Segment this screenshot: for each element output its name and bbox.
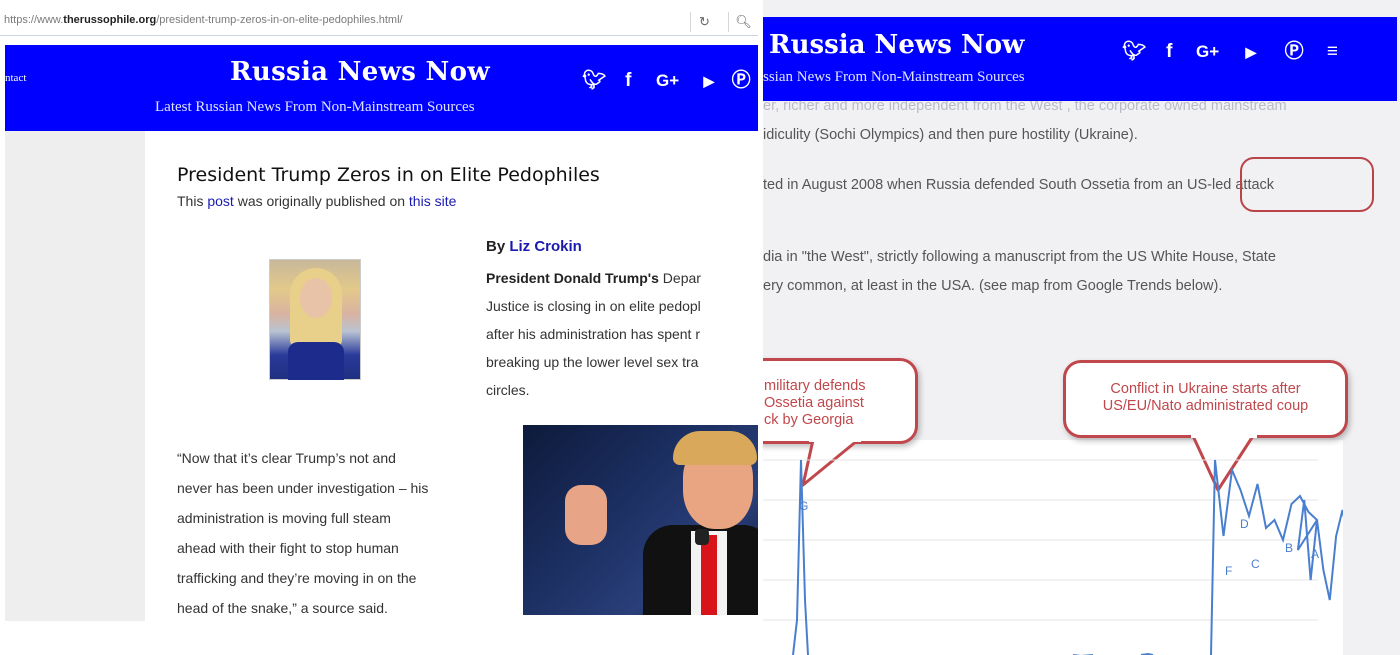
- youtube-icon[interactable]: ▶: [692, 73, 726, 90]
- left-screenshot: https://www.therussophile.org/president-…: [0, 0, 758, 655]
- right-screenshot: er, richer and more independent from the…: [763, 0, 1400, 655]
- article: President Trump Zeros in on Elite Pedoph…: [145, 131, 758, 655]
- site-header: ntact Russia News Now Latest Russian New…: [5, 45, 758, 131]
- twitter-icon[interactable]: 🐦︎: [580, 68, 608, 92]
- article-quote: “Now that it’s clear Trump’s not and nev…: [177, 450, 429, 616]
- pinterest-icon[interactable]: Ⓟ: [731, 65, 751, 92]
- chart-marker-d[interactable]: D: [1240, 517, 1249, 531]
- address-bar[interactable]: https://www.therussophile.org/president-…: [0, 8, 758, 36]
- social-icons: 🐦︎ f G+ ▶ Ⓟ: [580, 65, 751, 92]
- search-icon[interactable]: 🔍︎: [728, 12, 758, 32]
- url-text[interactable]: https://www.therussophile.org/president-…: [4, 14, 403, 26]
- google-plus-icon[interactable]: G+: [649, 71, 687, 91]
- nav-contact-link[interactable]: ntact: [5, 72, 26, 84]
- author-photo: [269, 259, 361, 380]
- chart-marker-c[interactable]: C: [1251, 557, 1260, 571]
- chart-marker-f[interactable]: F: [1225, 564, 1232, 578]
- origin-note: This post was originally published on th…: [177, 193, 457, 209]
- chart-marker-a[interactable]: A: [1311, 547, 1319, 561]
- series-line-2014: [1073, 459, 1343, 655]
- article-intro: President Donald Trump's Depar Justice i…: [486, 270, 701, 398]
- this-site-link[interactable]: this site: [409, 193, 456, 209]
- site-title[interactable]: Russia News Now: [230, 57, 490, 87]
- reload-icon[interactable]: ↻: [690, 12, 718, 32]
- post-link[interactable]: post: [207, 193, 233, 209]
- facebook-icon[interactable]: f: [613, 70, 643, 92]
- left-gutter: [5, 131, 145, 621]
- trend-chart: G F D C B A: [763, 459, 1343, 655]
- chart-marker-b[interactable]: B: [1285, 541, 1293, 555]
- site-tagline: Latest Russian News From Non-Mainstream …: [155, 99, 475, 115]
- chart-marker-g[interactable]: G: [799, 499, 808, 513]
- author-byline: By Liz Crokin: [486, 238, 582, 255]
- series-line-2008: [792, 459, 809, 655]
- trump-photo: [523, 425, 758, 615]
- author-link[interactable]: Liz Crokin: [509, 238, 582, 255]
- article-title: President Trump Zeros in on Elite Pedoph…: [177, 164, 600, 186]
